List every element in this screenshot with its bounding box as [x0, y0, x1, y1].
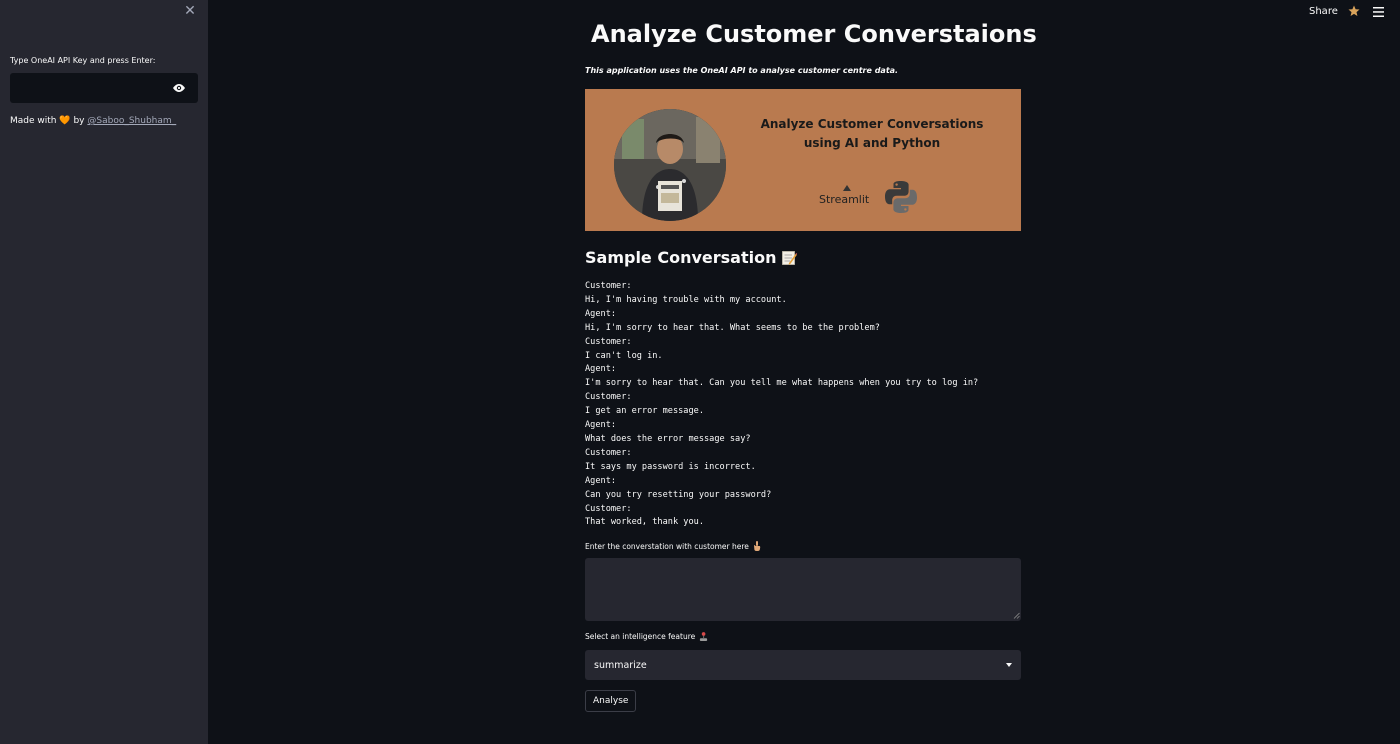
page-title-text: Analyze Customer Converstaions — [591, 20, 1037, 48]
conversation-line: Hi, I'm having trouble with my account. — [585, 294, 787, 305]
conversation-input-label: Enter the converstation with customer he… — [585, 541, 761, 551]
feature-select-value: summarize — [594, 659, 647, 671]
page-title: Analyze Customer Converstaions — [585, 20, 1037, 48]
conversation-line: Agent: — [585, 364, 617, 375]
memo-icon — [782, 250, 798, 265]
sample-conversation-text: Customer: Hi, I'm having trouble with my … — [585, 280, 978, 530]
feature-select-label-text: Select an intelligence feature — [585, 632, 696, 641]
conversation-line: Agent: — [585, 475, 617, 486]
streamlit-logo-icon — [843, 185, 851, 191]
python-logo-icon — [885, 181, 917, 213]
made-with-prefix: Made with — [10, 116, 57, 126]
pointing-down-icon — [753, 541, 761, 551]
conversation-line: Customer: — [585, 281, 632, 291]
conversation-line: Agent: — [585, 308, 617, 319]
conversation-line: I can't log in. — [585, 350, 663, 361]
star-icon[interactable] — [1348, 5, 1360, 17]
api-key-label: Type OneAI API Key and press Enter: — [10, 56, 156, 65]
author-photo — [614, 109, 726, 221]
heart-icon: 🧡 — [59, 116, 71, 126]
resize-handle-icon[interactable] — [1013, 612, 1020, 619]
conversation-line: Hi, I'm sorry to hear that. What seems t… — [585, 322, 880, 333]
conversation-line: Customer: — [585, 447, 632, 458]
hamburger-menu-icon[interactable] — [1373, 7, 1384, 17]
subtitle: This application uses the OneAI API to a… — [585, 66, 899, 75]
analyse-button[interactable]: Analyse — [585, 690, 637, 712]
api-key-field — [10, 73, 198, 103]
conversation-line: Customer: — [585, 336, 632, 347]
banner-image: Analyze Customer Conversations using AI … — [585, 89, 1021, 231]
conversation-line: Customer: — [585, 503, 632, 514]
banner-heading-line2: using AI and Python — [803, 136, 941, 150]
conversation-input-label-text: Enter the converstation with customer he… — [585, 541, 749, 551]
joystick-icon — [700, 632, 708, 641]
close-icon[interactable]: ✕ — [183, 4, 197, 18]
made-with-by: by — [73, 116, 85, 126]
feature-select[interactable]: summarize — [585, 650, 1021, 680]
conversation-line: I get an error message. — [585, 406, 704, 417]
caret-down-icon — [1006, 663, 1012, 667]
sample-conversation-heading-text: Sample Conversation — [585, 248, 777, 267]
api-key-input[interactable] — [10, 73, 170, 103]
share-button[interactable]: Share — [1309, 6, 1338, 17]
conversation-line: That worked, thank you. — [585, 517, 704, 528]
streamlit-label: Streamlit — [819, 193, 870, 206]
made-with-credit: Made with 🧡 by @Saboo_Shubham_ — [10, 116, 176, 126]
conversation-line: Can you try resetting your password? — [585, 489, 772, 500]
author-photo-illustration — [614, 109, 726, 221]
app-root: ✕ Type OneAI API Key and press Enter: Ma… — [0, 0, 1400, 744]
conversation-line: Agent: — [585, 420, 617, 431]
author-link[interactable]: @Saboo_Shubham_ — [87, 116, 176, 126]
conversation-line: Customer: — [585, 392, 632, 403]
conversation-line: What does the error message say? — [585, 433, 751, 444]
sample-conversation-heading: Sample Conversation — [585, 248, 798, 267]
conversation-line: I'm sorry to hear that. Can you tell me … — [585, 378, 979, 389]
conversation-input[interactable] — [585, 558, 1021, 621]
conversation-line: It says my password is incorrect. — [585, 461, 756, 472]
banner-heading: Analyze Customer Conversations using AI … — [745, 115, 999, 153]
banner-heading-line1: Analyze Customer Conversations — [760, 117, 984, 131]
feature-select-label: Select an intelligence feature — [585, 632, 708, 641]
sidebar: ✕ Type OneAI API Key and press Enter: Ma… — [0, 0, 208, 744]
eye-icon[interactable] — [172, 83, 186, 93]
